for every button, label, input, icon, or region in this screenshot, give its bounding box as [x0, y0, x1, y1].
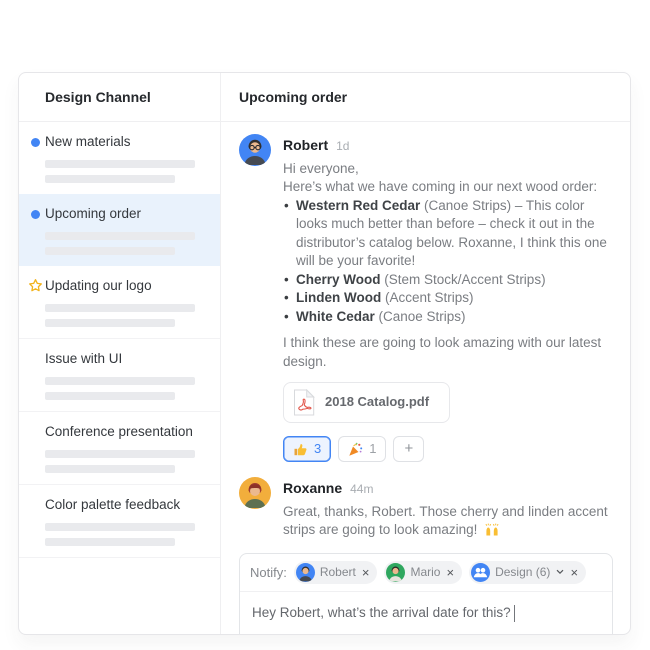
- channel-card: Design Channel New materials Upcoming or…: [18, 72, 631, 635]
- bullet-item: Linden Wood (Accent Strips): [283, 289, 616, 308]
- notify-chip-mario[interactable]: Mario ×: [384, 561, 462, 584]
- message-text: Great, thanks, Robert. Those cherry and …: [283, 504, 608, 538]
- placeholder-line: [45, 523, 195, 531]
- notify-chip-robert[interactable]: Robert ×: [294, 561, 378, 584]
- sidebar-item-upcoming-order[interactable]: Upcoming order: [19, 194, 220, 266]
- avatar: [239, 477, 271, 509]
- author-name: Roxanne: [283, 479, 342, 498]
- comment-composer: Notify: Robert ×: [239, 553, 613, 636]
- remove-chip-icon[interactable]: ×: [362, 565, 370, 580]
- placeholder-line: [45, 392, 175, 400]
- sidebar-title: Design Channel: [19, 73, 220, 122]
- unread-dot-icon: [31, 138, 40, 147]
- party-popper-icon: [348, 442, 363, 457]
- group-icon: [471, 563, 490, 582]
- placeholder-line: [45, 247, 175, 255]
- message-header: Robert 1d: [283, 136, 616, 156]
- thread-panel: Upcoming order: [221, 73, 630, 634]
- bullet-bold: Cherry Wood: [296, 272, 381, 287]
- sidebar-item-updating-our-logo[interactable]: Updating our logo: [19, 266, 220, 339]
- sidebar: Design Channel New materials Upcoming or…: [19, 73, 221, 634]
- raising-hands-icon: [484, 521, 500, 536]
- bullet-rest: (Canoe Strips): [375, 309, 466, 324]
- notify-label: Notify:: [250, 565, 287, 580]
- plus-icon: +: [404, 440, 413, 459]
- placeholder-line: [45, 160, 195, 168]
- remove-chip-icon[interactable]: ×: [570, 565, 578, 580]
- sidebar-item-label: New materials: [45, 134, 212, 150]
- reaction-count: 3: [314, 440, 321, 459]
- message-line: Here’s what we have coming in our next w…: [283, 178, 616, 197]
- message-roxanne: Roxanne 44m Great, thanks, Robert. Those…: [239, 477, 616, 540]
- notify-row: Notify: Robert ×: [240, 554, 612, 592]
- placeholder-line: [45, 450, 195, 458]
- placeholder-line: [45, 232, 195, 240]
- avatar: [386, 563, 405, 582]
- thumbs-up-icon: [293, 442, 308, 457]
- sidebar-item-label: Upcoming order: [45, 206, 212, 222]
- chip-name: Mario: [410, 565, 440, 579]
- sidebar-item-label: Issue with UI: [45, 351, 212, 367]
- pdf-attachment[interactable]: 2018 Catalog.pdf: [283, 382, 450, 423]
- bullet-rest: (Stem Stock/Accent Strips): [381, 272, 546, 287]
- message-body: Robert 1d Hi everyone, Here’s what we ha…: [283, 134, 616, 462]
- chip-name: Robert: [320, 565, 356, 579]
- bullet-bold: Linden Wood: [296, 290, 381, 305]
- text-cursor: [514, 605, 515, 622]
- sidebar-item-conference-presentation[interactable]: Conference presentation: [19, 412, 220, 485]
- sidebar-item-new-materials[interactable]: New materials: [19, 122, 220, 194]
- bullet-item: White Cedar (Canoe Strips): [283, 308, 616, 327]
- notify-chip-design-group[interactable]: Design (6) ×: [469, 561, 586, 584]
- reaction-thumbs-up[interactable]: 3: [283, 436, 331, 462]
- bullet-bold: Western Red Cedar: [296, 198, 420, 213]
- star-icon: [28, 278, 43, 293]
- avatar: [239, 134, 271, 166]
- message-line: I think these are going to look amazing …: [283, 334, 616, 371]
- chip-name: Design (6): [495, 565, 550, 579]
- placeholder-line: [45, 319, 175, 327]
- message-line: Hi everyone,: [283, 160, 616, 179]
- bullet-rest: (Accent Strips): [381, 290, 473, 305]
- add-reaction-button[interactable]: +: [393, 436, 424, 462]
- timestamp: 1d: [336, 137, 349, 156]
- reactions-bar: 3 1: [283, 436, 616, 462]
- placeholder-line: [45, 304, 195, 312]
- remove-chip-icon[interactable]: ×: [446, 565, 454, 580]
- placeholder-line: [45, 175, 175, 183]
- placeholder-line: [45, 377, 195, 385]
- bullet-item: Cherry Wood (Stem Stock/Accent Strips): [283, 271, 616, 290]
- sidebar-item-issue-with-ui[interactable]: Issue with UI: [19, 339, 220, 412]
- sidebar-item-label: Conference presentation: [45, 424, 212, 440]
- message-header: Roxanne 44m: [283, 479, 616, 499]
- comment-input-value: Hey Robert, what’s the arrival date for …: [252, 605, 511, 620]
- thread-title: Upcoming order: [221, 73, 630, 122]
- chevron-down-icon[interactable]: [556, 569, 564, 575]
- sidebar-item-label: Updating our logo: [45, 278, 212, 294]
- unread-dot-icon: [31, 210, 40, 219]
- placeholder-line: [45, 538, 175, 546]
- thread-content: Robert 1d Hi everyone, Here’s what we ha…: [221, 122, 630, 635]
- sidebar-item-color-palette-feedback[interactable]: Color palette feedback: [19, 485, 220, 558]
- message-robert: Robert 1d Hi everyone, Here’s what we ha…: [239, 134, 616, 462]
- reaction-party-popper[interactable]: 1: [338, 436, 386, 462]
- bullet-item: Western Red Cedar (Canoe Strips) – This …: [283, 197, 616, 271]
- pdf-file-icon: [293, 389, 315, 416]
- timestamp: 44m: [350, 480, 373, 499]
- sidebar-item-label: Color palette feedback: [45, 497, 212, 513]
- bullet-bold: White Cedar: [296, 309, 375, 324]
- message-body: Roxanne 44m Great, thanks, Robert. Those…: [283, 477, 616, 540]
- message-line: Great, thanks, Robert. Those cherry and …: [283, 503, 616, 540]
- avatar: [296, 563, 315, 582]
- attachment-filename: 2018 Catalog.pdf: [325, 393, 429, 412]
- reaction-count: 1: [369, 440, 376, 459]
- placeholder-line: [45, 465, 175, 473]
- page: Design Channel New materials Upcoming or…: [0, 0, 650, 650]
- author-name: Robert: [283, 136, 328, 155]
- comment-input[interactable]: Hey Robert, what’s the arrival date for …: [240, 592, 612, 636]
